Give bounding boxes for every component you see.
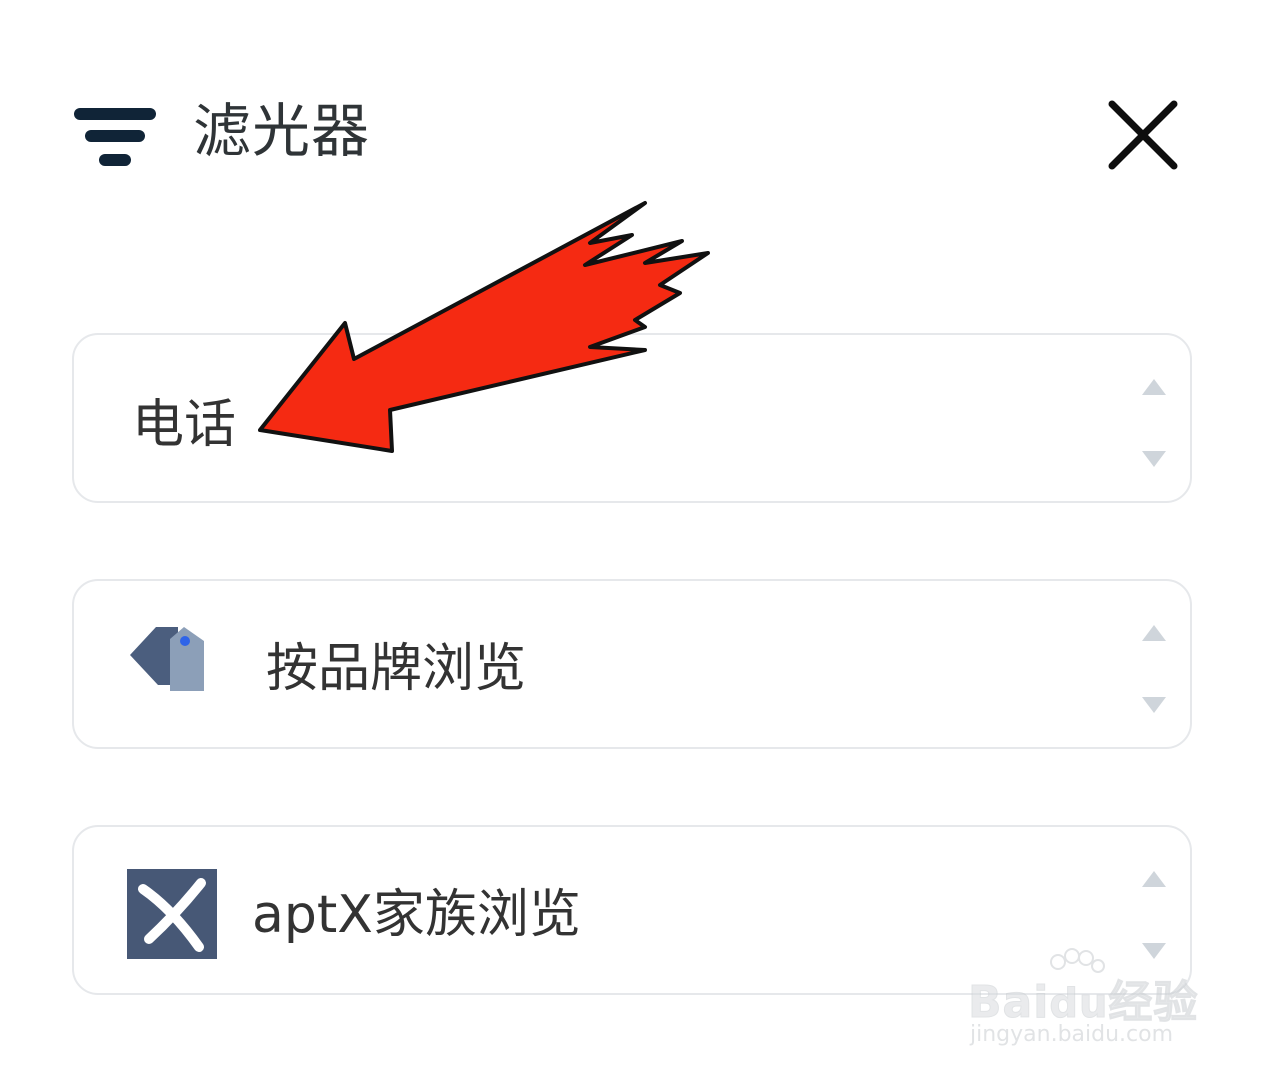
sort-up-icon[interactable] (1140, 869, 1168, 889)
filter-lines-icon (74, 108, 156, 166)
filter-item-label: 电话 (132, 395, 237, 455)
sort-control[interactable] (1140, 377, 1168, 469)
sort-control[interactable] (1140, 623, 1168, 715)
baidu-watermark: Baidu经验 jingyan.baidu.com (967, 948, 1208, 1058)
watermark-url: jingyan.baidu.com (970, 1022, 1174, 1047)
filter-header: 滤光器 (0, 0, 1266, 200)
sort-down-icon[interactable] (1140, 695, 1168, 715)
close-button[interactable] (1104, 96, 1182, 174)
sort-down-icon[interactable] (1140, 449, 1168, 469)
filter-item-phone[interactable]: 电话 (72, 333, 1192, 503)
page-title: 滤光器 (193, 97, 371, 165)
sort-up-icon[interactable] (1140, 623, 1168, 643)
sort-up-icon[interactable] (1140, 377, 1168, 397)
filter-item-label: 按品牌浏览 (266, 639, 527, 699)
filter-item-brand[interactable]: 按品牌浏览 (72, 579, 1192, 749)
paw-icon (1050, 948, 1105, 973)
close-icon (1108, 100, 1178, 170)
brand-tag-icon (130, 627, 204, 691)
aptx-logo-icon (127, 869, 217, 959)
filter-item-label: aptX家族浏览 (252, 885, 581, 945)
